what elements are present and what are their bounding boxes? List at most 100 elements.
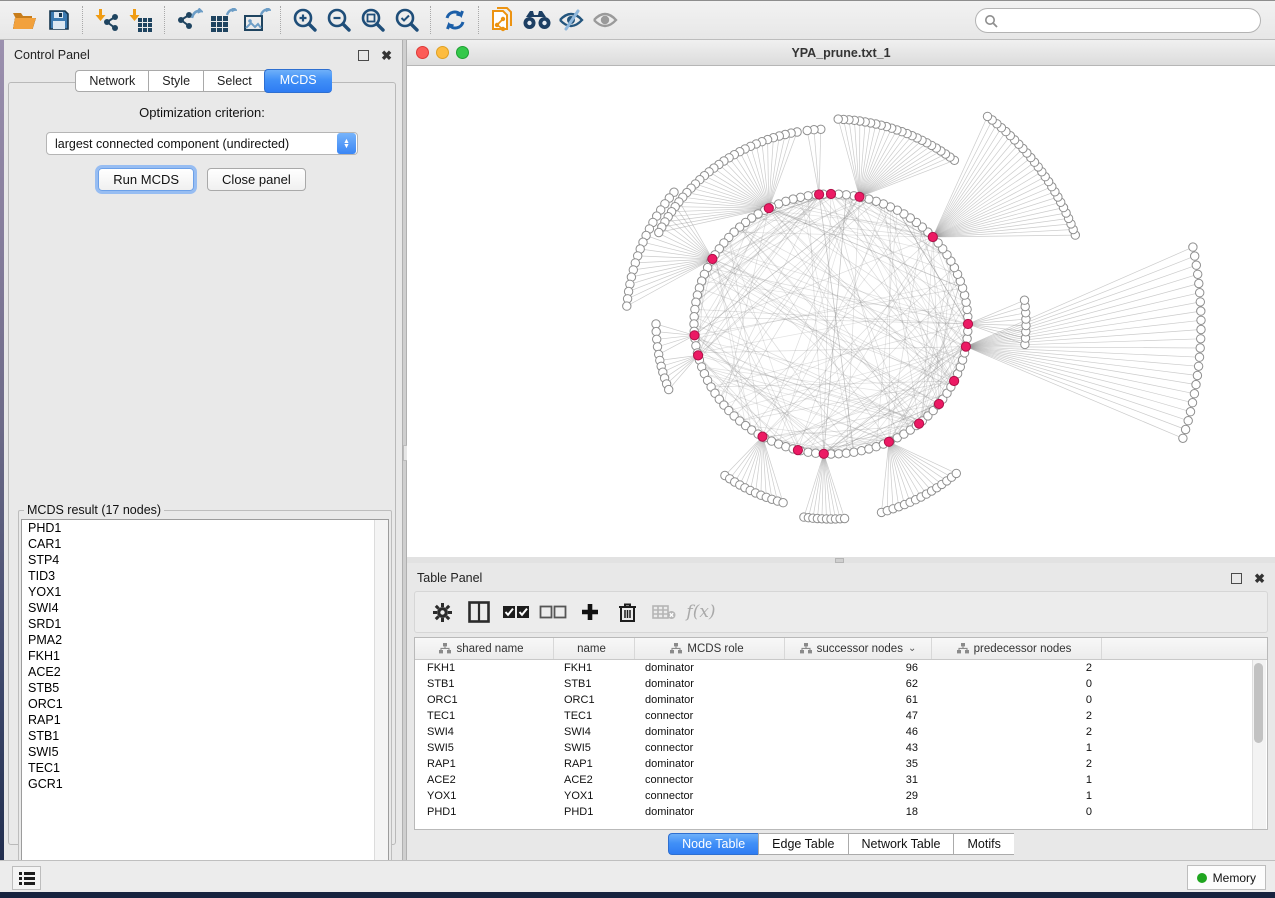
mcds-result-item[interactable]: ACE2 — [22, 664, 388, 680]
mcds-result-item[interactable]: PMA2 — [22, 632, 388, 648]
mcds-result-item[interactable]: STB5 — [22, 680, 388, 696]
mcds-result-item[interactable]: STB1 — [22, 728, 388, 744]
unchecked-boxes-icon — [539, 605, 567, 619]
network-graph-svg[interactable] — [407, 66, 1275, 558]
mcds-result-item[interactable]: SRD1 — [22, 616, 388, 632]
control-panel-tab[interactable]: Style — [148, 70, 203, 92]
cell-successor-nodes: 31 — [785, 772, 932, 788]
delete-table-button[interactable] — [649, 597, 679, 627]
select-all-checkboxes-button[interactable] — [501, 597, 531, 627]
mcds-result-item[interactable]: RAP1 — [22, 712, 388, 728]
save-session-button[interactable] — [42, 4, 76, 36]
run-mcds-button[interactable]: Run MCDS — [98, 168, 194, 191]
mcds-result-item[interactable]: TID3 — [22, 568, 388, 584]
node-table: shared name name MCDS role — [414, 637, 1268, 830]
mcds-list-scrollbar[interactable] — [374, 520, 388, 870]
share-document-button[interactable] — [486, 4, 520, 36]
network-window-title: YPA_prune.txt_1 — [407, 46, 1275, 60]
zoom-out-button[interactable] — [322, 4, 356, 36]
control-panel-tab[interactable]: Select — [203, 70, 265, 92]
cell-shared-name: FKH1 — [415, 660, 554, 676]
selected-criterion-value: largest connected component (undirected) — [47, 137, 337, 151]
float-panel-icon[interactable] — [1231, 573, 1242, 584]
mcds-result-item[interactable]: TEC1 — [22, 760, 388, 776]
table-scrollbar-thumb[interactable] — [1254, 663, 1263, 743]
mcds-result-item[interactable]: PHD1 — [22, 520, 388, 536]
task-history-button[interactable] — [12, 866, 41, 890]
close-panel-button[interactable]: Close panel — [207, 168, 306, 191]
column-tree-icon — [800, 643, 812, 654]
optimization-criterion-select[interactable]: largest connected component (undirected)… — [46, 132, 358, 155]
show-graphics-details-button[interactable] — [588, 4, 622, 36]
refresh-view-button[interactable] — [438, 4, 472, 36]
cell-successor-nodes: 46 — [785, 724, 932, 740]
mcds-result-item[interactable]: SWI5 — [22, 744, 388, 760]
cell-predecessor-nodes: 2 — [932, 724, 1102, 740]
import-network-button[interactable] — [90, 4, 124, 36]
column-header[interactable]: successor nodes ⌄ — [785, 638, 932, 659]
network-canvas[interactable] — [407, 66, 1275, 558]
cell-shared-name: YOX1 — [415, 788, 554, 804]
cell-predecessor-nodes: 0 — [932, 676, 1102, 692]
table-row[interactable]: RAP1 RAP1 dominator 35 2 — [415, 756, 1267, 772]
table-row[interactable]: FKH1 FKH1 dominator 96 2 — [415, 660, 1267, 676]
column-label: successor nodes — [817, 643, 903, 655]
network-search-box[interactable] — [975, 8, 1261, 33]
mcds-result-item[interactable]: CAR1 — [22, 536, 388, 552]
column-header[interactable]: shared name — [415, 638, 554, 659]
cell-mcds-role: connector — [635, 708, 785, 724]
export-network-button[interactable] — [172, 4, 206, 36]
cell-name: FKH1 — [554, 660, 635, 676]
import-table-button[interactable] — [124, 4, 158, 36]
column-header[interactable]: name — [554, 638, 635, 659]
table-panel-tabs: Node TableEdge TableNetwork TableMotifs — [407, 833, 1275, 855]
toolbar-separator — [82, 6, 84, 34]
add-column-button[interactable] — [575, 597, 605, 627]
table-panel-tab[interactable]: Network Table — [848, 833, 954, 855]
zoom-fit-button[interactable] — [356, 4, 390, 36]
column-header[interactable]: MCDS role — [635, 638, 785, 659]
close-panel-icon[interactable]: ✖ — [381, 51, 392, 60]
close-panel-icon[interactable]: ✖ — [1254, 574, 1265, 583]
cell-name: YOX1 — [554, 788, 635, 804]
split-columns-button[interactable] — [464, 597, 494, 627]
unselect-all-checkboxes-button[interactable] — [538, 597, 568, 627]
table-row[interactable]: YOX1 YOX1 connector 29 1 — [415, 788, 1267, 804]
memory-button[interactable]: Memory — [1187, 865, 1266, 890]
table-panel-tab[interactable]: Motifs — [953, 833, 1013, 855]
import-network-icon — [94, 8, 120, 32]
search-network-button[interactable] — [520, 4, 554, 36]
control-panel-tab[interactable]: Network — [75, 70, 148, 92]
zoom-in-button[interactable] — [288, 4, 322, 36]
search-input[interactable] — [998, 10, 1260, 32]
table-row[interactable]: SWI4 SWI4 dominator 46 2 — [415, 724, 1267, 740]
mcds-result-item[interactable]: GCR1 — [22, 776, 388, 792]
hide-details-button[interactable] — [554, 4, 588, 36]
table-row[interactable]: ACE2 ACE2 connector 31 1 — [415, 772, 1267, 788]
mcds-result-item[interactable]: YOX1 — [22, 584, 388, 600]
table-panel-tab[interactable]: Edge Table — [758, 833, 847, 855]
mcds-result-item[interactable]: STP4 — [22, 552, 388, 568]
table-row[interactable]: SWI5 SWI5 connector 43 1 — [415, 740, 1267, 756]
table-scrollbar[interactable] — [1252, 660, 1266, 829]
export-image-button[interactable] — [240, 4, 274, 36]
table-row[interactable]: PHD1 PHD1 dominator 18 0 — [415, 804, 1267, 820]
mcds-result-item[interactable]: SWI4 — [22, 600, 388, 616]
delete-column-button[interactable] — [612, 597, 642, 627]
sort-descending-icon: ⌄ — [908, 643, 916, 654]
control-panel-tab[interactable]: MCDS — [264, 69, 332, 93]
open-session-button[interactable] — [8, 4, 42, 36]
table-row[interactable]: TEC1 TEC1 connector 47 2 — [415, 708, 1267, 724]
mcds-result-item[interactable]: FKH1 — [22, 648, 388, 664]
table-row[interactable]: STB1 STB1 dominator 62 0 — [415, 676, 1267, 692]
cell-successor-nodes: 29 — [785, 788, 932, 804]
mcds-result-item[interactable]: ORC1 — [22, 696, 388, 712]
table-settings-button[interactable] — [427, 597, 457, 627]
export-table-button[interactable] — [206, 4, 240, 36]
zoom-selected-button[interactable] — [390, 4, 424, 36]
table-row[interactable]: ORC1 ORC1 dominator 61 0 — [415, 692, 1267, 708]
float-panel-icon[interactable] — [358, 50, 369, 61]
column-header[interactable]: predecessor nodes — [932, 638, 1102, 659]
function-builder-button[interactable]: f(x) — [686, 597, 716, 627]
table-panel-tab[interactable]: Node Table — [668, 833, 758, 855]
